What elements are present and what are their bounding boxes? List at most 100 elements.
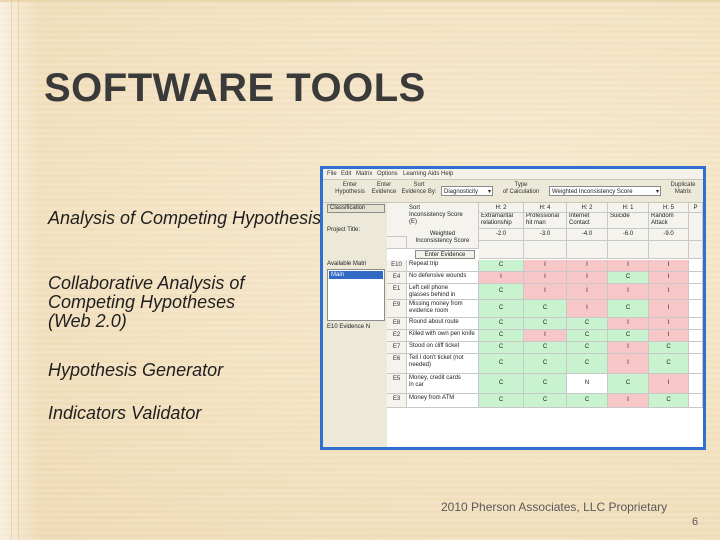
- menu-matrix[interactable]: Matrix: [356, 171, 372, 177]
- hypothesis-name[interactable]: Suicide: [608, 213, 649, 229]
- consistency-cell[interactable]: I: [608, 354, 649, 374]
- consistency-cell[interactable]: C: [567, 318, 608, 330]
- consistency-cell[interactable]: I: [608, 394, 649, 408]
- evidence-text[interactable]: Killed with own pen knife: [407, 330, 479, 342]
- consistency-cell[interactable]: I: [649, 260, 689, 272]
- consistency-cell[interactable]: C: [524, 342, 567, 354]
- consistency-cell[interactable]: I: [524, 284, 567, 300]
- consistency-cell[interactable]: C: [608, 272, 649, 284]
- menu-file[interactable]: File: [327, 171, 337, 177]
- matrix-item-main[interactable]: Main: [329, 271, 383, 279]
- duplicate-matrix-button[interactable]: Duplicate Matrix: [665, 182, 701, 196]
- consistency-cell[interactable]: I: [649, 318, 689, 330]
- consistency-cell[interactable]: C: [479, 284, 524, 300]
- consistency-cell[interactable]: C: [567, 342, 608, 354]
- menu-help[interactable]: Help: [441, 171, 453, 177]
- consistency-cell[interactable]: C: [479, 318, 524, 330]
- evidence-text[interactable]: Stood on cliff ticket: [407, 342, 479, 354]
- evidence-text[interactable]: Tell I don't ticket (not needed): [407, 354, 479, 374]
- calc-type-label: Type of Calculation: [502, 182, 540, 195]
- matrix-list[interactable]: Main: [327, 269, 385, 321]
- consistency-cell[interactable]: I: [649, 374, 689, 394]
- evidence-text[interactable]: Missing money from evidence room: [407, 300, 479, 318]
- consistency-cell[interactable]: C: [479, 300, 524, 318]
- consistency-cell[interactable]: C: [649, 342, 689, 354]
- consistency-cell[interactable]: C: [479, 354, 524, 374]
- hypothesis-id[interactable]: H: 4: [524, 203, 567, 213]
- consistency-cell[interactable]: I: [608, 342, 649, 354]
- consistency-cell[interactable]: C: [479, 374, 524, 394]
- menu-edit[interactable]: Edit: [341, 171, 351, 177]
- evidence-text[interactable]: Repeat trip: [407, 260, 479, 272]
- evidence-text[interactable]: Money from ATM: [407, 394, 479, 408]
- consistency-cell[interactable]: I: [608, 318, 649, 330]
- menu-learning-aids[interactable]: Learning Aids: [403, 171, 439, 177]
- consistency-cell[interactable]: I: [649, 300, 689, 318]
- sort-by-dropdown[interactable]: Diagnosticity ▾: [441, 186, 493, 196]
- slide: SOFTWARE TOOLS Analysis of Competing Hyp…: [0, 0, 720, 540]
- consistency-cell[interactable]: C: [649, 354, 689, 374]
- consistency-cell[interactable]: I: [649, 272, 689, 284]
- consistency-cell[interactable]: C: [524, 300, 567, 318]
- consistency-cell[interactable]: I: [567, 272, 608, 284]
- hypothesis-id[interactable]: H: 1: [608, 203, 649, 213]
- consistency-cell[interactable]: C: [608, 330, 649, 342]
- hypothesis-id[interactable]: H: 2: [479, 203, 524, 213]
- consistency-cell[interactable]: C: [524, 354, 567, 374]
- hypothesis-name[interactable]: Extramarital relationship: [479, 213, 524, 229]
- consistency-cell[interactable]: I: [567, 300, 608, 318]
- consistency-cell[interactable]: C: [608, 374, 649, 394]
- consistency-cell[interactable]: C: [479, 330, 524, 342]
- project-title-field[interactable]: Project Title:: [327, 227, 385, 236]
- consistency-cell[interactable]: C: [567, 330, 608, 342]
- consistency-cell[interactable]: I: [567, 284, 608, 300]
- consistency-cell[interactable]: C: [524, 318, 567, 330]
- enter-evidence-button[interactable]: Enter Evidence: [369, 182, 399, 196]
- consistency-cell[interactable]: C: [479, 342, 524, 354]
- consistency-cell[interactable]: I: [567, 260, 608, 272]
- hypothesis-name[interactable]: Random Attack: [649, 213, 689, 229]
- consistency-cell[interactable]: I: [524, 260, 567, 272]
- evidence-text[interactable]: Money, credit cards in car: [407, 374, 479, 394]
- enter-hypothesis-button[interactable]: Enter Hypothesis: [331, 182, 369, 196]
- sort-by-label: Sort Evidence By:: [401, 182, 437, 195]
- consistency-cell[interactable]: C: [524, 394, 567, 408]
- hypothesis-id[interactable]: H: 2: [567, 203, 608, 213]
- consistency-cell[interactable]: I: [524, 330, 567, 342]
- menu-options[interactable]: Options: [377, 171, 398, 177]
- hypothesis-name[interactable]: Internet Contact: [567, 213, 608, 229]
- evidence-id: E9: [387, 300, 407, 318]
- consistency-cell[interactable]: C: [479, 394, 524, 408]
- consistency-cell[interactable]: C: [479, 260, 524, 272]
- classification-field[interactable]: Classification: [327, 204, 385, 213]
- consistency-cell[interactable]: I: [479, 272, 524, 284]
- evidence-label: E10 Evidence N: [327, 324, 371, 330]
- evidence-text[interactable]: Round about route: [407, 318, 479, 330]
- consistency-cell[interactable]: I: [649, 330, 689, 342]
- enter-evidence-grid-button[interactable]: Enter Evidence: [415, 250, 475, 259]
- extra-column-cell: [689, 300, 703, 318]
- evidence-text[interactable]: Left cell phone glasses behind in: [407, 284, 479, 300]
- consistency-cell[interactable]: I: [649, 284, 689, 300]
- evidence-id: E3: [387, 394, 407, 408]
- consistency-cell[interactable]: N: [567, 374, 608, 394]
- page-number: 6: [692, 516, 699, 528]
- consistency-cell[interactable]: I: [608, 284, 649, 300]
- consistency-cell[interactable]: C: [567, 354, 608, 374]
- header-spacer: [649, 241, 689, 259]
- calc-type-dropdown[interactable]: Weighted Inconsistency Score ▾: [549, 186, 661, 196]
- consistency-cell[interactable]: I: [608, 260, 649, 272]
- evidence-text[interactable]: No defensive wounds: [407, 272, 479, 284]
- consistency-cell[interactable]: C: [567, 394, 608, 408]
- consistency-cell[interactable]: C: [649, 394, 689, 408]
- evidence-id: E6: [387, 354, 407, 374]
- extra-column-blank: [689, 213, 703, 241]
- hypothesis-id[interactable]: H: 5: [649, 203, 689, 213]
- consistency-cell[interactable]: I: [524, 272, 567, 284]
- consistency-cell[interactable]: C: [524, 374, 567, 394]
- extra-column-cell: [689, 374, 703, 394]
- consistency-cell[interactable]: C: [608, 300, 649, 318]
- hypothesis-name[interactable]: Professional hit man: [524, 213, 567, 229]
- weighted-score-label: Weighted Inconsistency Score: [407, 229, 479, 249]
- calc-type-value: Weighted Inconsistency Score: [552, 189, 633, 195]
